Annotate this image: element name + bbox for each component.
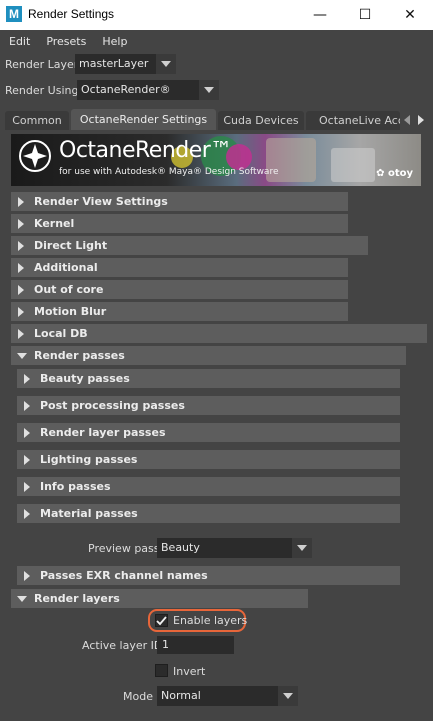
section-label: Render layers (34, 592, 120, 605)
banner-art (331, 148, 375, 182)
section-label: Render View Settings (34, 195, 168, 208)
expand-arrow-icon (24, 509, 30, 519)
section-label: Lighting passes (40, 453, 138, 466)
menu-presets[interactable]: Presets (46, 35, 86, 48)
section-label: Beauty passes (40, 372, 130, 385)
invert-label: Invert (173, 665, 206, 678)
invert-checkbox[interactable] (155, 664, 168, 677)
expand-arrow-icon (24, 401, 30, 411)
section-motion-blur[interactable]: Motion Blur (11, 302, 348, 321)
expand-arrow-icon (24, 428, 30, 438)
section-label: Render layer passes (40, 426, 166, 439)
section-post-processing-passes[interactable]: Post processing passes (17, 396, 400, 415)
expand-arrow-icon (18, 263, 24, 273)
render-using-dropdown[interactable]: OctaneRender® (77, 80, 219, 100)
expand-arrow-icon (24, 571, 30, 581)
octane-banner: OctaneRender™ for use with Autodesk® May… (11, 134, 421, 186)
section-label: Kernel (34, 217, 75, 230)
section-beauty-passes[interactable]: Beauty passes (17, 369, 400, 388)
section-render-layers[interactable]: Render layers (11, 589, 308, 608)
chevron-down-icon (199, 80, 219, 100)
section-label: Info passes (40, 480, 111, 493)
section-material-passes[interactable]: Material passes (17, 504, 400, 523)
tab-common[interactable]: Common (5, 111, 69, 130)
tab-scroll-left-icon[interactable] (402, 113, 412, 127)
section-out-of-core[interactable]: Out of core (11, 280, 348, 299)
section-label: Additional (34, 261, 98, 274)
checkmark-icon (156, 616, 167, 626)
section-label: Passes EXR channel names (40, 569, 208, 582)
title-bar: M Render Settings — ☐ ✕ (0, 0, 433, 30)
preview-pass-dropdown[interactable]: Beauty (157, 538, 312, 558)
active-layer-id-input[interactable]: 1 (157, 636, 234, 654)
expand-arrow-icon (18, 329, 24, 339)
section-render-view-settings[interactable]: Render View Settings (11, 192, 348, 211)
mode-label: Mode (123, 690, 153, 703)
section-additional[interactable]: Additional (11, 258, 348, 277)
section-render-layer-passes[interactable]: Render layer passes (17, 423, 400, 442)
preview-pass-value: Beauty (161, 541, 200, 554)
expand-arrow-icon (18, 219, 24, 229)
menu-edit[interactable]: Edit (9, 35, 30, 48)
otoy-logo: ✿ otoy (376, 168, 413, 179)
expand-arrow-icon (18, 241, 24, 251)
render-using-value: OctaneRender® (81, 83, 171, 96)
window-title: Render Settings (28, 7, 115, 21)
section-label: Motion Blur (34, 305, 107, 318)
section-local-db[interactable]: Local DB (11, 324, 427, 343)
chevron-down-icon (156, 54, 176, 74)
section-kernel[interactable]: Kernel (11, 214, 348, 233)
tab-cuda-devices[interactable]: Cuda Devices (218, 111, 304, 130)
render-layer-dropdown[interactable]: masterLayer (75, 54, 176, 74)
octane-logo-icon (19, 140, 51, 172)
section-lighting-passes[interactable]: Lighting passes (17, 450, 400, 469)
render-layer-label: Render Layer (5, 58, 79, 71)
active-layer-id-label: Active layer ID (82, 639, 163, 652)
close-button[interactable]: ✕ (387, 0, 433, 30)
banner-brand: OctaneRender™ (59, 138, 232, 163)
menu-help[interactable]: Help (102, 35, 127, 48)
expand-arrow-icon (18, 197, 24, 207)
expand-arrow-icon (18, 285, 24, 295)
preview-pass-label: Preview pass (88, 542, 160, 555)
maya-app-icon: M (6, 6, 22, 22)
section-label: Post processing passes (40, 399, 185, 412)
tab-octanerender-settings[interactable]: OctaneRender Settings (71, 109, 216, 130)
section-label: Render passes (34, 349, 125, 362)
section-label: Direct Light (34, 239, 108, 252)
tab-bar: Common OctaneRender Settings Cuda Device… (0, 109, 433, 130)
collapse-arrow-icon (17, 353, 27, 359)
menu-bar: Edit Presets Help (0, 30, 433, 52)
tab-octanelive-account[interactable]: OctaneLive Acco (306, 111, 400, 130)
collapse-arrow-icon (17, 596, 27, 602)
section-info-passes[interactable]: Info passes (17, 477, 400, 496)
section-label: Out of core (34, 283, 104, 296)
section-render-passes[interactable]: Render passes (11, 346, 406, 365)
expand-arrow-icon (18, 307, 24, 317)
tab-scroll-right-icon[interactable] (416, 113, 426, 127)
render-layer-value: masterLayer (79, 57, 149, 70)
mode-dropdown[interactable]: Normal (157, 686, 298, 706)
banner-tagline: for use with Autodesk® Maya® Design Soft… (59, 167, 279, 177)
section-label: Material passes (40, 507, 138, 520)
mode-value: Normal (161, 689, 201, 702)
chevron-down-icon (278, 686, 298, 706)
chevron-down-icon (292, 538, 312, 558)
maximize-button[interactable]: ☐ (342, 0, 388, 30)
section-direct-light[interactable]: Direct Light (11, 236, 368, 255)
section-label: Local DB (34, 327, 88, 340)
section-passes-exr-channel-names[interactable]: Passes EXR channel names (17, 566, 400, 585)
expand-arrow-icon (24, 482, 30, 492)
render-using-label: Render Using (5, 84, 79, 97)
expand-arrow-icon (24, 455, 30, 465)
minimize-button[interactable]: — (297, 0, 343, 30)
enable-layers-label: Enable layers (173, 614, 248, 627)
enable-layers-checkbox[interactable] (155, 614, 168, 627)
expand-arrow-icon (24, 374, 30, 384)
